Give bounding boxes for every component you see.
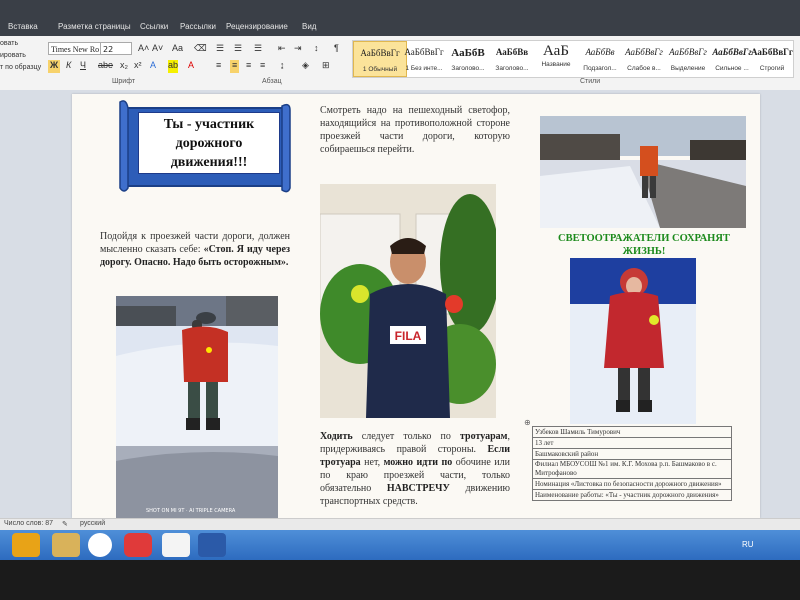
table-cell-school[interactable]: Филиал МБОУСОШ №1 им. К.Г. Мохова р.п. Б…: [532, 459, 732, 479]
banner-title: Ты - участник дорожного движения!!!: [138, 112, 280, 174]
info-table[interactable]: Узбеков Шамиль Тимурович 13 лет Башмаков…: [532, 426, 732, 501]
cut-button[interactable]: овать: [0, 38, 46, 50]
bold-icon[interactable]: Ж: [48, 60, 61, 73]
superscript-icon[interactable]: x²: [134, 60, 142, 73]
table-row: Номинация «Листовка по безопасности доро…: [532, 478, 732, 490]
style-strong[interactable]: АаБбВвГг Строгий: [745, 41, 799, 77]
monitor-screen: Вставка Разметка страницы Ссылки Рассылк…: [0, 0, 800, 560]
decrease-indent-icon[interactable]: ⇤: [278, 43, 286, 56]
change-case-icon[interactable]: Aa: [172, 43, 183, 56]
shading-icon[interactable]: ◈: [302, 60, 309, 73]
table-move-handle-icon[interactable]: ⊕: [524, 418, 531, 427]
table-cell-work-title[interactable]: Наименование работы: «Ты - участник доро…: [532, 489, 732, 501]
word-app-icon[interactable]: [198, 533, 226, 557]
numbering-icon[interactable]: ☰: [234, 43, 242, 56]
font-color-icon[interactable]: A: [188, 60, 194, 73]
bullets-icon[interactable]: ☰: [216, 43, 224, 56]
text-effects-icon[interactable]: A: [150, 60, 156, 73]
table-cell-age[interactable]: 13 лет: [532, 437, 732, 449]
photo-boy-with-plant: FILA: [320, 184, 496, 418]
fila-logo: FILA: [395, 329, 422, 343]
align-center-icon[interactable]: ≡: [230, 60, 240, 73]
media-player-icon[interactable]: [12, 533, 40, 557]
borders-icon[interactable]: ⊞: [322, 60, 330, 73]
bottom-paragraph: Ходить следует только по тротуарам, прид…: [320, 431, 510, 507]
tab-references[interactable]: Ссылки: [140, 22, 168, 31]
highlight-icon[interactable]: ab: [168, 60, 179, 73]
keyboard-language[interactable]: RU: [742, 540, 754, 549]
spellcheck-icon[interactable]: ✎: [62, 520, 68, 528]
subscript-icon[interactable]: x₂: [120, 60, 128, 73]
middle-paragraph: Смотреть надо на пешеходный светофор, на…: [320, 105, 510, 155]
font-group-label: Шрифт: [112, 78, 136, 85]
tab-mailings[interactable]: Рассылки: [180, 22, 216, 31]
font-size-select[interactable]: 22: [100, 42, 132, 55]
table-row: 13 лет: [532, 437, 732, 449]
table-row: Узбеков Шамиль Тимурович: [532, 426, 732, 438]
taskbar: [0, 530, 800, 560]
table-cell-district[interactable]: Башмаковский район: [532, 448, 732, 460]
justify-icon[interactable]: ≡: [260, 60, 265, 73]
grow-font-icon[interactable]: A˄: [138, 43, 149, 56]
table-cell-author[interactable]: Узбеков Шамиль Тимурович: [532, 426, 732, 438]
shrink-font-icon[interactable]: A˅: [152, 43, 163, 56]
photo-boy-snowy-road: SHOT ON MI 9T · AI TRIPLE CAMERA: [116, 296, 278, 518]
ribbon-tab-bar: Вставка Разметка страницы Ссылки Рассылк…: [0, 0, 800, 36]
photo-child-red-parka: [570, 258, 696, 424]
align-right-icon[interactable]: ≡: [246, 60, 251, 73]
multilevel-list-icon[interactable]: ☰: [254, 43, 262, 56]
underline-icon[interactable]: Ч: [80, 60, 86, 73]
styles-group-label: Стили: [580, 78, 601, 85]
camera-watermark: SHOT ON MI 9T · AI TRIPLE CAMERA: [146, 508, 236, 514]
photo-snowy-village-road: [540, 116, 746, 228]
monitor-bezel: [0, 560, 800, 600]
strikethrough-icon[interactable]: abe: [98, 60, 113, 73]
italic-icon[interactable]: К: [66, 60, 71, 73]
explorer-folder-icon[interactable]: [52, 533, 80, 557]
copy-button[interactable]: ировать: [0, 50, 46, 62]
yandex-icon[interactable]: [162, 533, 190, 557]
opera-icon[interactable]: [124, 533, 152, 557]
tab-view[interactable]: Вид: [302, 22, 316, 31]
clipboard-group: овать ировать т по образцу: [0, 38, 46, 84]
align-left-icon[interactable]: ≡: [216, 60, 221, 73]
clear-format-icon[interactable]: ⌫: [194, 43, 207, 56]
format-painter-button[interactable]: т по образцу: [0, 62, 46, 74]
yandex-browser-icon[interactable]: [88, 533, 112, 557]
language-indicator[interactable]: русский: [80, 520, 105, 527]
sort-icon[interactable]: ↕: [314, 43, 319, 56]
left-paragraph: Подойдя к проезжей части дороги, должен …: [100, 231, 290, 268]
tab-page-layout[interactable]: Разметка страницы: [58, 22, 131, 31]
table-cell-nomination[interactable]: Номинация «Листовка по безопасности доро…: [532, 478, 732, 490]
table-row: Башмаковский район: [532, 448, 732, 460]
pilcrow-icon[interactable]: ¶: [334, 43, 339, 56]
increase-indent-icon[interactable]: ⇥: [294, 43, 302, 56]
tab-review[interactable]: Рецензирование: [226, 22, 288, 31]
styles-gallery: АаБбВвГг 1 Обычный АаБбВвГг 1 Без инте... …: [352, 40, 794, 78]
reflectors-heading: СВЕТООТРАЖАТЕЛИ СОХРАНЯТ ЖИЗНЬ!: [558, 233, 730, 257]
paragraph-group-label: Абзац: [262, 78, 282, 85]
tab-insert[interactable]: Вставка: [8, 22, 38, 31]
line-spacing-icon[interactable]: ↨: [280, 60, 285, 73]
table-row: Филиал МБОУСОШ №1 им. К.Г. Мохова р.п. Б…: [532, 459, 732, 479]
table-row: Наименование работы: «Ты - участник доро…: [532, 489, 732, 501]
word-count[interactable]: Число слов: 87: [4, 520, 53, 527]
